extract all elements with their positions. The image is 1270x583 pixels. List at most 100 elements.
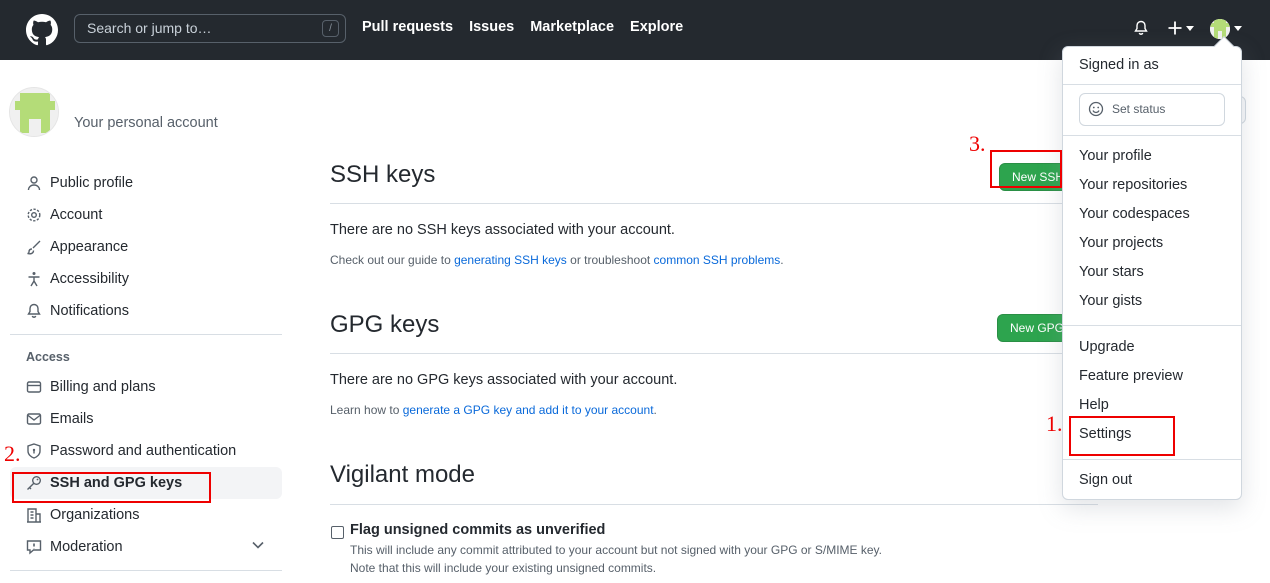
ssh-help-suffix: . [780, 253, 784, 267]
section-divider [330, 504, 1098, 505]
credit-card-icon [26, 381, 42, 393]
sidebar-item-label: Notifications [50, 303, 129, 319]
menu-your-repositories[interactable]: Your repositories [1079, 177, 1187, 193]
set-status-label: Set status [1112, 102, 1166, 116]
menu-your-codespaces[interactable]: Your codespaces [1079, 206, 1190, 222]
dropdown-divider [1063, 325, 1241, 326]
annotation-step-3: 3. [969, 131, 986, 156]
accessibility-icon [28, 272, 40, 287]
gpg-help-suffix: . [653, 403, 657, 417]
report-icon [26, 540, 42, 555]
sidebar-item-password-authentication[interactable]: Password and authentication [10, 435, 282, 467]
smiley-icon [1088, 101, 1104, 117]
ssh-help-prefix: Check out our guide to [330, 253, 455, 267]
ssh-keys-title: SSH keys [330, 161, 436, 188]
ssh-help-text: Check out our guide to generating SSH ke… [330, 253, 784, 267]
sidebar-item-label: Moderation [50, 539, 123, 555]
annotation-box-new-ssh-key [990, 150, 1062, 188]
menu-your-projects[interactable]: Your projects [1079, 235, 1163, 251]
annotation-step-1: 1. [1046, 411, 1063, 436]
generating-ssh-keys-link[interactable]: generating SSH keys [454, 253, 567, 267]
gpg-help-text: Learn how to generate a GPG key and add … [330, 403, 657, 417]
nav-pull-requests[interactable]: Pull requests [362, 19, 453, 35]
sidebar-divider [10, 570, 282, 571]
annotation-box-ssh-gpg-keys [12, 472, 211, 503]
sidebar-item-emails[interactable]: Emails [10, 403, 282, 435]
sidebar-item-organizations[interactable]: Organizations [10, 499, 282, 531]
global-nav: Pull requests Issues Marketplace Explore [362, 19, 683, 35]
create-new-plus-icon[interactable] [1167, 20, 1183, 36]
sidebar-item-label: Account [50, 207, 103, 223]
github-logo-icon[interactable] [26, 14, 58, 46]
sidebar-heading-access: Access [26, 350, 70, 364]
search-input[interactable]: Search or jump to… / [74, 14, 346, 43]
vigilant-mode-title: Vigilant mode [330, 461, 475, 488]
vigilant-description-2: Note that this will include your existin… [350, 561, 657, 575]
menu-your-profile[interactable]: Your profile [1079, 148, 1152, 164]
sidebar-item-notifications[interactable]: Notifications [10, 295, 282, 327]
menu-upgrade[interactable]: Upgrade [1079, 339, 1135, 355]
annotation-step-2: 2. [4, 441, 21, 466]
gpg-empty-message: There are no GPG keys associated with yo… [330, 372, 678, 388]
search-placeholder: Search or jump to… [87, 20, 212, 36]
gear-icon [27, 208, 41, 222]
sidebar-item-moderation[interactable]: Moderation [10, 531, 282, 563]
menu-help[interactable]: Help [1079, 397, 1109, 413]
dropdown-divider [1063, 459, 1241, 460]
flag-unsigned-commits-label[interactable]: Flag unsigned commits as unverified [350, 522, 605, 538]
mail-icon [26, 413, 42, 425]
ssh-help-mid: or troubleshoot [566, 253, 654, 267]
signed-in-as-label: Signed in as [1079, 57, 1159, 73]
personal-account-label: Your personal account [74, 115, 218, 131]
menu-sign-out[interactable]: Sign out [1079, 472, 1132, 488]
menu-your-gists[interactable]: Your gists [1079, 293, 1142, 309]
identicon-icon [1210, 19, 1230, 39]
flag-unsigned-commits-checkbox[interactable] [331, 526, 344, 539]
sidebar-item-label: Emails [50, 411, 94, 427]
vigilant-description-1: This will include any commit attributed … [350, 543, 883, 557]
sidebar-item-label: Public profile [50, 175, 134, 191]
user-avatar-menu-button[interactable] [1210, 19, 1230, 39]
dropdown-divider [1063, 84, 1241, 85]
person-icon [27, 176, 41, 191]
new-gpg-key-button[interactable]: New GPG key [997, 314, 1067, 342]
menu-your-stars[interactable]: Your stars [1079, 264, 1144, 280]
notifications-bell-icon[interactable] [1133, 20, 1149, 36]
nav-explore[interactable]: Explore [630, 19, 683, 35]
sidebar-item-appearance[interactable]: Appearance [10, 231, 282, 263]
chevron-down-icon[interactable] [1234, 26, 1242, 31]
profile-avatar [9, 87, 59, 137]
sidebar-item-label: Billing and plans [50, 379, 156, 395]
shield-lock-icon [27, 443, 41, 459]
search-shortcut-hint: / [322, 20, 339, 37]
sidebar-item-account[interactable]: Account [10, 199, 282, 231]
sidebar-item-public-profile[interactable]: Public profile [10, 167, 282, 199]
menu-feature-preview[interactable]: Feature preview [1079, 368, 1183, 384]
section-divider [330, 203, 1098, 204]
chevron-down-icon[interactable] [1186, 26, 1194, 31]
organization-icon [27, 508, 41, 523]
sidebar-item-label: Organizations [50, 507, 140, 523]
section-divider [330, 353, 1098, 354]
gpg-keys-title: GPG keys [330, 311, 440, 338]
gpg-help-prefix: Learn how to [330, 403, 403, 417]
nav-issues[interactable]: Issues [469, 19, 514, 35]
set-status-button[interactable]: Set status [1079, 93, 1225, 126]
annotation-box-settings [1069, 416, 1175, 456]
settings-sidebar: Public profile Account Appearance Access… [10, 167, 282, 583]
nav-marketplace[interactable]: Marketplace [530, 19, 614, 35]
bell-icon [27, 303, 41, 318]
ssh-empty-message: There are no SSH keys associated with yo… [330, 222, 675, 238]
sidebar-item-label: Appearance [50, 239, 129, 255]
sidebar-item-label: Accessibility [50, 271, 129, 287]
sidebar-item-billing[interactable]: Billing and plans [10, 371, 282, 403]
dropdown-divider [1063, 135, 1241, 136]
chevron-down-icon[interactable] [252, 541, 264, 549]
generate-gpg-key-link[interactable]: generate a GPG key and add it to your ac… [403, 403, 654, 417]
sidebar-item-label: Password and authentication [50, 443, 237, 459]
paintbrush-icon [27, 240, 41, 255]
sidebar-item-accessibility[interactable]: Accessibility [10, 263, 282, 295]
sidebar-divider [10, 334, 282, 335]
identicon-icon [10, 88, 58, 136]
common-ssh-problems-link[interactable]: common SSH problems [654, 253, 781, 267]
